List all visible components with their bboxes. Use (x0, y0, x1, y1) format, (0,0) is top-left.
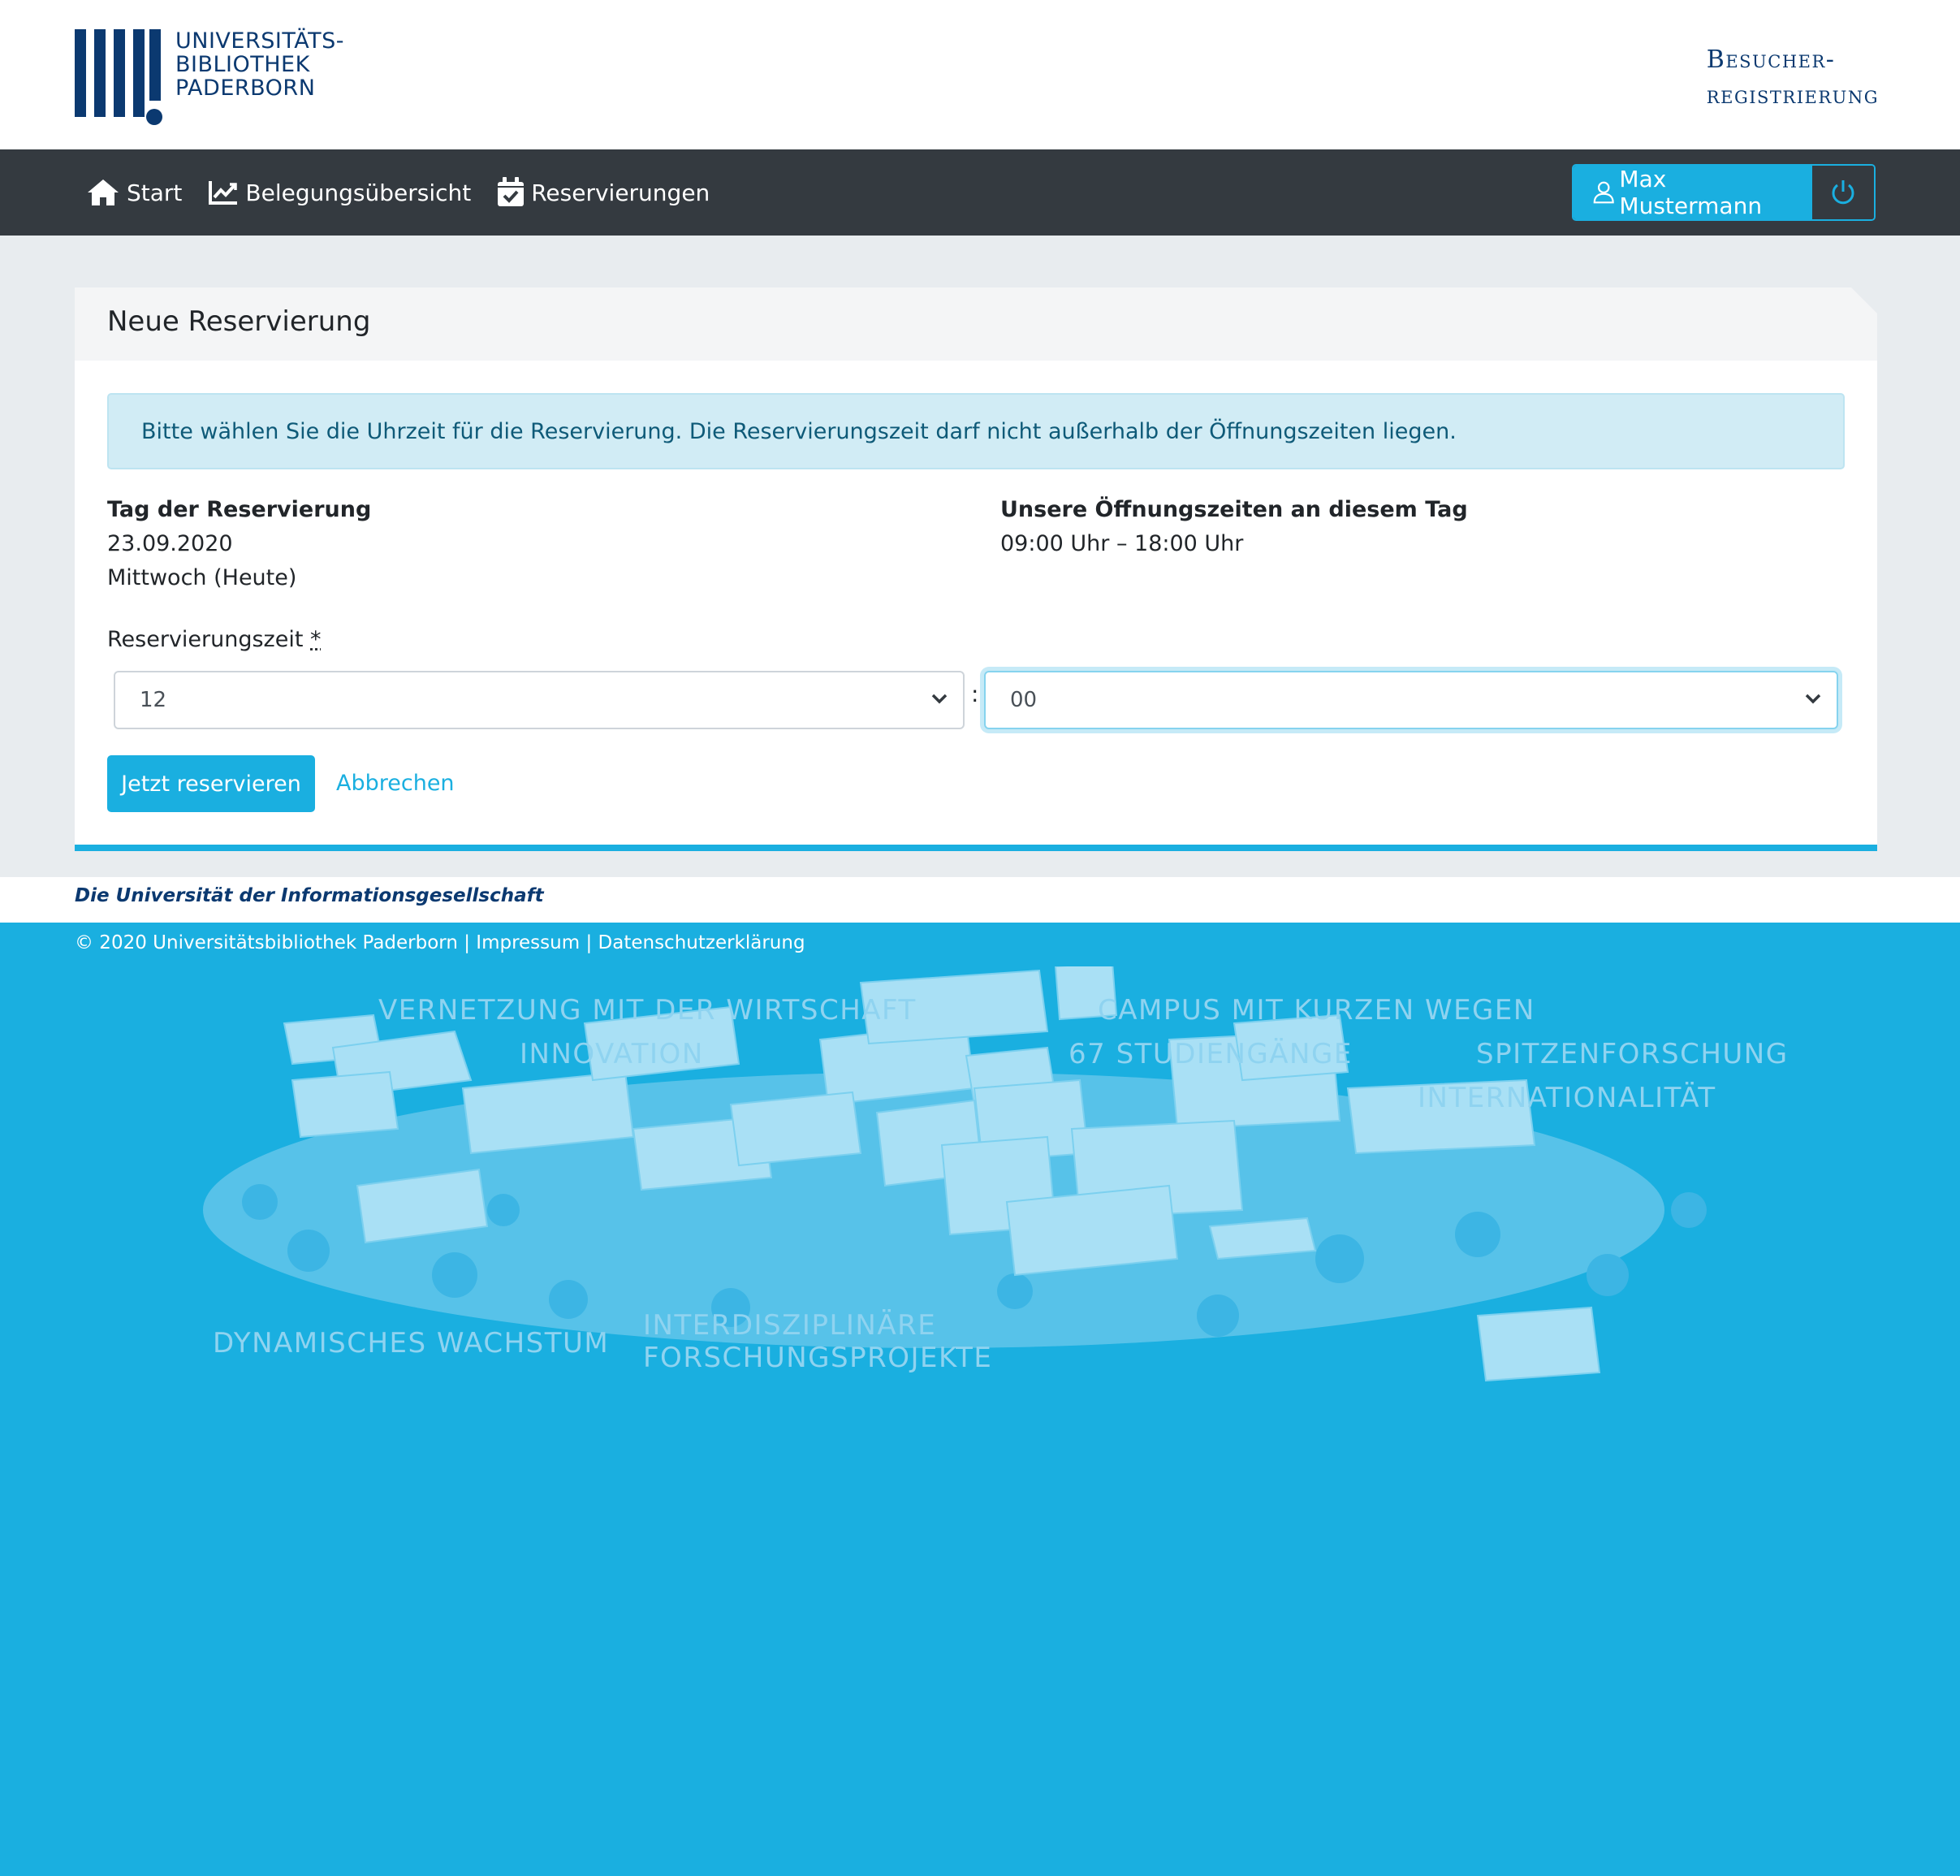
nav-reservierungen[interactable]: Reservierungen (497, 177, 710, 208)
hour-select[interactable]: 12 (114, 671, 965, 729)
required-mark: * (310, 627, 322, 652)
logout-button[interactable] (1812, 166, 1874, 219)
tagline-bar: Die Universität der Informationsgesellsc… (0, 877, 1960, 923)
nav-reservierungen-label: Reservierungen (531, 179, 710, 206)
info-alert: Bitte wählen Sie die Uhrzeit für die Res… (107, 393, 1845, 469)
power-icon (1832, 180, 1854, 205)
library-logo[interactable]: UNIVERSITÄTS- BIBLIOTHEK PADERBORN (75, 29, 367, 127)
footer-links: © 2020 Universitätsbibliothek Paderborn … (75, 932, 805, 953)
campus-word: SPITZENFORSCHUNG (1476, 1038, 1789, 1070)
campus-word: VERNETZUNG MIT DER WIRTSCHAFT (378, 994, 917, 1027)
reservation-card: Neue Reservierung Bitte wählen Sie die U… (75, 287, 1877, 851)
user-button-group: Max Mustermann (1572, 164, 1876, 221)
cancel-link[interactable]: Abbrechen (336, 771, 455, 796)
campus-word: FORSCHUNGSPROJEKTE (643, 1342, 993, 1374)
campus-word: DYNAMISCHES WACHSTUM (213, 1327, 610, 1359)
minute-select[interactable]: 00 (984, 671, 1838, 729)
nav-start[interactable]: Start (86, 178, 182, 207)
card-header: Neue Reservierung (75, 287, 1877, 361)
nav-belegungsuebersicht[interactable]: Belegungsübersicht (208, 179, 471, 206)
home-icon (88, 179, 119, 205)
user-icon (1593, 181, 1614, 204)
campus-word: CAMPUS MIT KURZEN WEGEN (1098, 994, 1535, 1027)
reserve-button[interactable]: Jetzt reservieren (107, 755, 315, 812)
user-name: Max Mustermann (1619, 166, 1763, 219)
nav-start-label: Start (127, 179, 183, 206)
time-separator: : (971, 681, 979, 707)
app-title: Besucher- registrierung (1706, 45, 1879, 110)
university-tagline: Die Universität der Informationsgesellsc… (75, 885, 544, 906)
opening-hours-label: Unsere Öffnungszeiten an diesem Tag (1000, 497, 1468, 522)
card-accent-bar (75, 845, 1877, 851)
site-header: UNIVERSITÄTS- BIBLIOTHEK PADERBORN Besuc… (0, 0, 1960, 149)
impressum-link[interactable]: Impressum (476, 932, 580, 953)
day-label: Tag der Reservierung (107, 497, 372, 522)
copyright-text: © 2020 Universitätsbibliothek Paderborn (75, 932, 458, 953)
chart-line-icon (209, 181, 238, 205)
campus-word: INTERNATIONALITÄT (1418, 1082, 1716, 1114)
calendar-check-icon (498, 177, 525, 206)
campus-word: INNOVATION (520, 1038, 704, 1070)
campus-word: INTERDISZIPLINÄRE (643, 1309, 937, 1342)
campus-word: 67 STUDIENGÄNGE (1069, 1038, 1353, 1070)
day-weekday: Mittwoch (Heute) (107, 565, 297, 590)
campus-illustration: VERNETZUNG MIT DER WIRTSCHAFT INNOVATION… (0, 961, 1960, 1421)
day-date: 23.09.2020 (107, 531, 233, 556)
card-title: Neue Reservierung (107, 305, 371, 338)
reservation-time-label: Reservierungszeit * (107, 627, 322, 652)
main-navbar: Start Belegungsübersicht Reservierungen (0, 149, 1960, 236)
opening-hours-value: 09:00 Uhr – 18:00 Uhr (1000, 531, 1244, 556)
nav-belegung-label: Belegungsübersicht (245, 179, 472, 206)
chevron-down-icon (931, 694, 948, 704)
user-profile-button[interactable]: Max Mustermann (1574, 166, 1812, 219)
minute-value: 00 (1010, 688, 1038, 712)
privacy-link[interactable]: Datenschutzerklärung (598, 932, 805, 953)
hour-value: 12 (140, 688, 167, 712)
chevron-down-icon (1805, 694, 1821, 704)
logo-text: UNIVERSITÄTS- BIBLIOTHEK PADERBORN (175, 28, 344, 101)
